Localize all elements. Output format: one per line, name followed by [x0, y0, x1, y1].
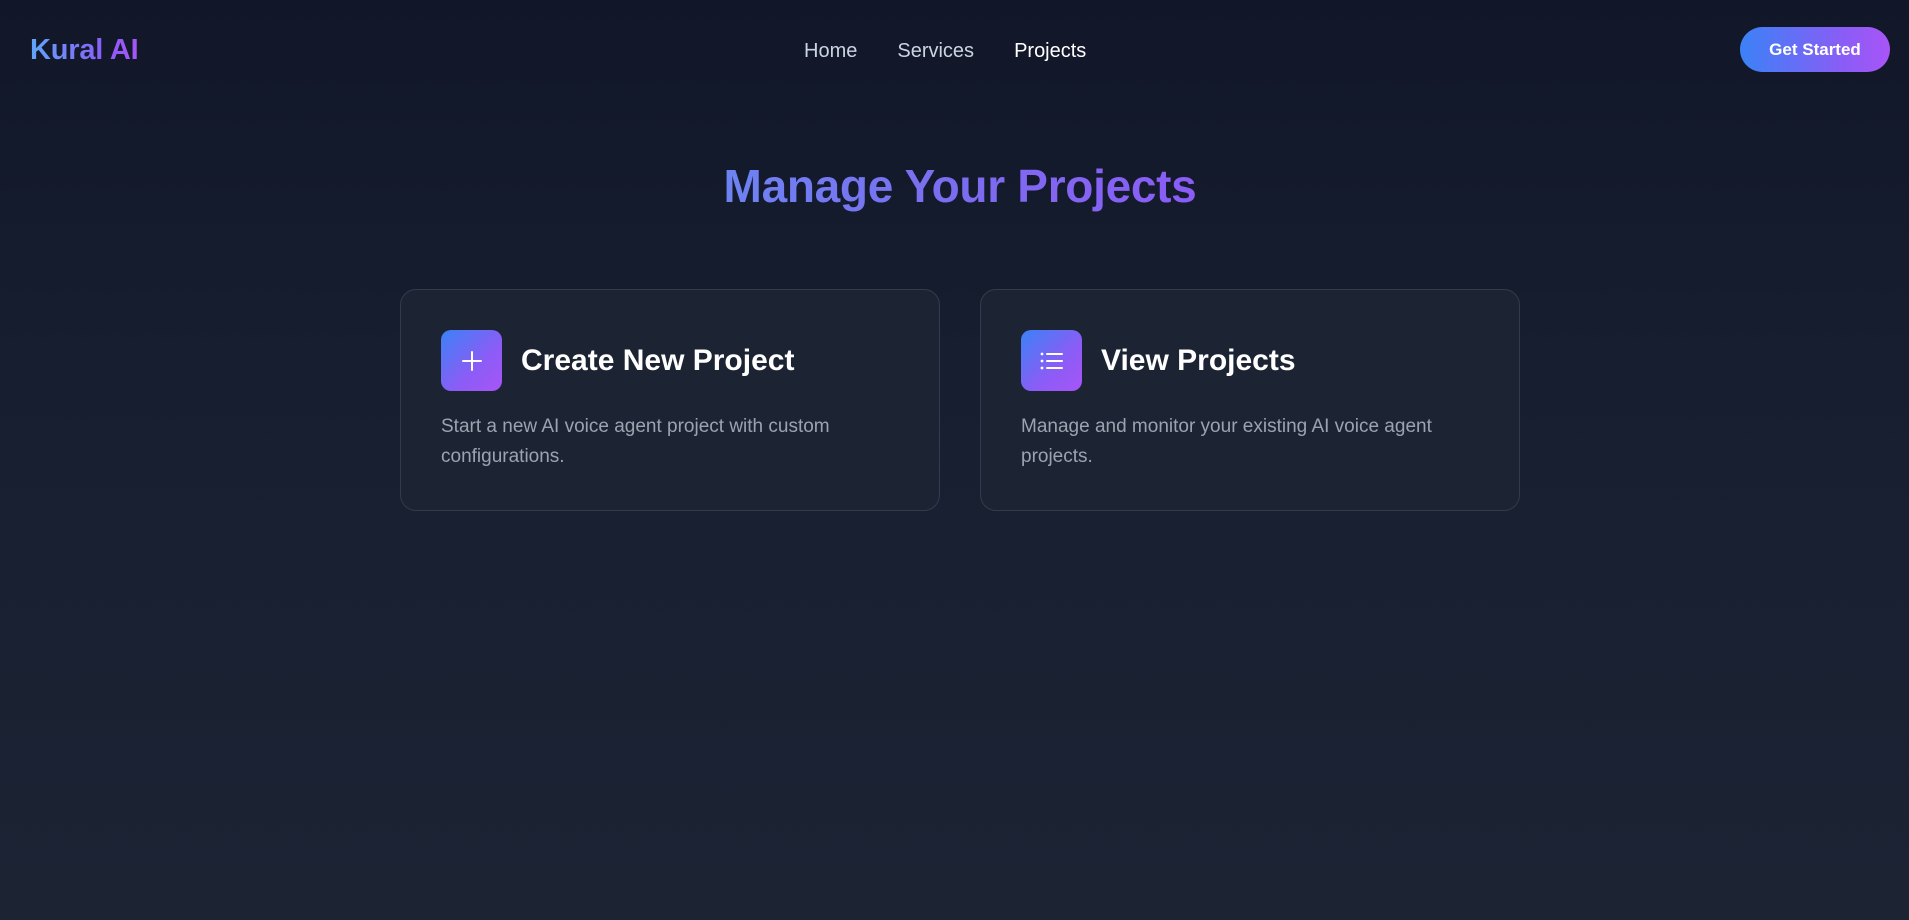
view-projects-card[interactable]: View Projects Manage and monitor your ex… — [980, 289, 1520, 511]
card-title: Create New Project — [521, 344, 795, 377]
navbar: Kural AI Home Services Projects Get Star… — [0, 0, 1909, 100]
logo[interactable]: Kural AI — [30, 33, 139, 67]
card-title: View Projects — [1101, 344, 1296, 377]
create-project-card[interactable]: Create New Project Start a new AI voice … — [400, 289, 940, 511]
plus-icon — [441, 330, 502, 391]
list-icon — [1021, 330, 1082, 391]
card-description: Manage and monitor your existing AI voic… — [1021, 416, 1432, 467]
nav-links: Home Services Projects — [804, 37, 1086, 65]
get-started-button[interactable]: Get Started — [1740, 27, 1890, 72]
nav-link-projects[interactable]: Projects — [1014, 38, 1086, 64]
nav-link-home[interactable]: Home — [804, 38, 857, 64]
card-description: Start a new AI voice agent project with … — [441, 416, 830, 467]
page-title: Manage Your Projects — [0, 158, 1909, 214]
page-title-text: Manage Your Projects — [723, 160, 1197, 212]
nav-link-services[interactable]: Services — [897, 38, 974, 64]
